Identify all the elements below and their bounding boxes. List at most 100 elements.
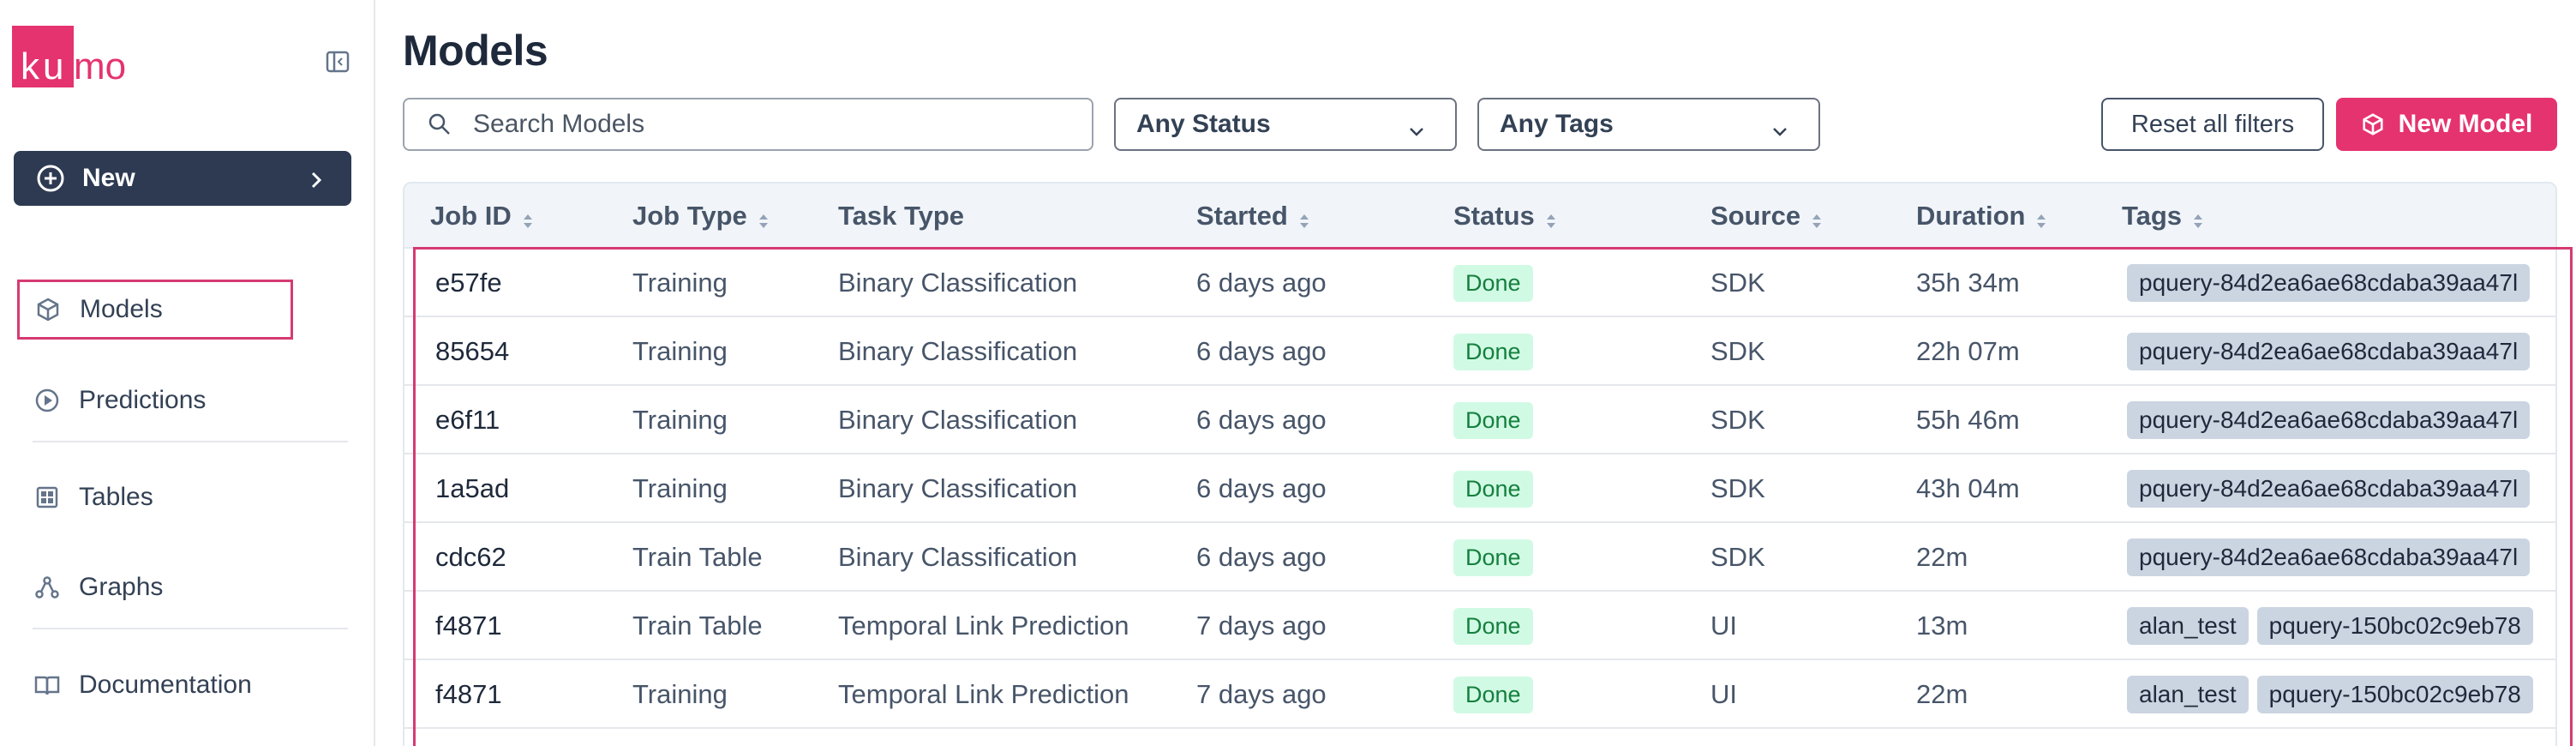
task-type-cell: Binary Classification — [838, 542, 1078, 572]
task-type-cell: Temporal Link Prediction — [838, 679, 1129, 709]
kumo-logo[interactable]: k u mo — [12, 26, 137, 87]
tag-chip: pquery-84d2ea6ae68cdaba39aa47l — [2127, 538, 2531, 576]
job-type-cell: Training — [632, 268, 728, 298]
tag-chip: pquery-150bc02c9eb78 — [2256, 607, 2533, 645]
new-button[interactable]: New — [14, 151, 351, 206]
started-cell: 6 days ago — [1196, 542, 1327, 572]
search-input[interactable] — [473, 110, 1073, 139]
column-label: Tags — [2122, 201, 2183, 231]
graph-icon — [33, 573, 62, 602]
tag-chip: pquery-84d2ea6ae68cdaba39aa47l — [2127, 333, 2531, 370]
new-button-label: New — [82, 164, 135, 192]
duration-cell: 13m — [1916, 611, 1968, 641]
sort-icon — [758, 207, 770, 228]
status-badge: Done — [1453, 401, 1533, 439]
svg-text:u: u — [43, 45, 63, 87]
job-type-cell: Train Table — [632, 542, 763, 572]
duration-cell: 22m — [1916, 542, 1968, 572]
task-type-cell: Binary Classification — [838, 268, 1078, 298]
tag-chip: alan_test — [2127, 676, 2249, 713]
column-header-tags[interactable]: Tags — [2122, 183, 2204, 249]
started-cell: 6 days ago — [1196, 268, 1327, 298]
column-label: Task Type — [838, 201, 965, 231]
page-title: Models — [403, 27, 548, 75]
table-row[interactable]: cdc62 Train Table Binary Classification … — [404, 523, 2555, 592]
reset-filters-button[interactable]: Reset all filters — [2101, 98, 2324, 151]
tag-chip: pquery-84d2ea6ae68cdaba39aa47l — [2127, 264, 2531, 302]
sidebar-item-label: Tables — [79, 483, 153, 511]
collapse-sidebar-icon[interactable] — [326, 50, 350, 74]
sidebar-item-predictions[interactable]: Predictions — [19, 370, 206, 430]
job-id-cell: 85654 — [435, 336, 510, 366]
search-field[interactable] — [403, 98, 1093, 151]
job-type-cell: Train Table — [632, 611, 763, 641]
column-header-status[interactable]: Status — [1453, 183, 1557, 249]
column-header-job-type[interactable]: Job Type — [632, 183, 770, 249]
plus-circle-icon — [36, 164, 65, 193]
started-cell: 6 days ago — [1196, 336, 1327, 366]
table-row[interactable]: 1a5ad Training Binary Classification 6 d… — [404, 454, 2555, 523]
sort-icon — [1298, 207, 1310, 228]
status-filter-value: Any Status — [1136, 110, 1271, 138]
new-model-button[interactable]: New Model — [2336, 98, 2557, 151]
task-type-cell: Temporal Link Prediction — [838, 611, 1129, 641]
sidebar-item-models[interactable]: Models — [17, 280, 293, 340]
table-row[interactable]: f4871 Training Temporal Link Prediction … — [404, 660, 2555, 729]
chevron-down-icon — [1770, 117, 1789, 136]
job-type-cell: Training — [632, 679, 728, 709]
table-row[interactable]: f4871 Train Table Temporal Link Predicti… — [404, 592, 2555, 660]
chevron-right-icon — [307, 168, 326, 189]
column-label: Duration — [1916, 201, 2026, 231]
column-label: Job ID — [430, 201, 512, 231]
column-header-started[interactable]: Started — [1196, 183, 1310, 249]
tags-filter-dropdown[interactable]: Any Tags — [1477, 98, 1820, 151]
sidebar-item-label: Graphs — [79, 573, 164, 601]
search-icon — [427, 111, 452, 137]
job-id-cell: f4871 — [435, 679, 502, 709]
table-row[interactable]: e6f11 Training Binary Classification 6 d… — [404, 386, 2555, 454]
column-header-source[interactable]: Source — [1710, 183, 1823, 249]
new-model-label: New Model — [2398, 110, 2533, 138]
svg-text:k: k — [21, 45, 40, 87]
duration-cell: 35h 34m — [1916, 268, 2020, 298]
sidebar-item-graphs[interactable]: Graphs — [19, 557, 163, 617]
cube-icon — [2361, 112, 2385, 136]
sort-icon — [2035, 207, 2047, 228]
sidebar-item-documentation[interactable]: Documentation — [19, 655, 252, 715]
status-badge: Done — [1453, 470, 1533, 508]
main-content: Models Any Status Any Tags Reset all fil… — [403, 0, 2576, 746]
table-row[interactable]: 85654 Training Binary Classification 6 d… — [404, 317, 2555, 386]
task-type-cell: Binary Classification — [838, 473, 1078, 503]
source-cell: SDK — [1710, 268, 1765, 298]
nav-divider — [33, 441, 348, 442]
status-badge: Done — [1453, 538, 1533, 576]
table-row[interactable]: e57fe Training Binary Classification 6 d… — [404, 249, 2555, 317]
source-cell: UI — [1710, 611, 1737, 641]
sort-icon — [522, 207, 534, 228]
started-cell: 7 days ago — [1196, 611, 1327, 641]
duration-cell: 22m — [1916, 679, 1968, 709]
sidebar-item-label: Documentation — [79, 671, 252, 699]
status-filter-dropdown[interactable]: Any Status — [1114, 98, 1457, 151]
started-cell: 6 days ago — [1196, 405, 1327, 435]
status-badge: Done — [1453, 333, 1533, 370]
job-id-cell: e6f11 — [435, 405, 500, 435]
table-header: Job ID Job Type Task Type Started Status… — [404, 183, 2555, 249]
job-type-cell: Training — [632, 336, 728, 366]
column-header-duration[interactable]: Duration — [1916, 183, 2047, 249]
source-cell: SDK — [1710, 542, 1765, 572]
source-cell: SDK — [1710, 336, 1765, 366]
sort-icon — [2192, 207, 2204, 228]
chevron-down-icon — [1407, 117, 1426, 136]
sort-icon — [1545, 207, 1557, 228]
column-header-job-id[interactable]: Job ID — [430, 183, 534, 249]
column-header-task-type: Task Type — [838, 183, 964, 249]
svg-text:mo: mo — [74, 45, 126, 87]
column-label: Source — [1710, 201, 1801, 231]
sidebar-item-tables[interactable]: Tables — [19, 467, 153, 527]
started-cell: 7 days ago — [1196, 679, 1327, 709]
task-type-cell: Binary Classification — [838, 405, 1078, 435]
book-icon — [33, 671, 62, 700]
job-type-cell: Training — [632, 405, 728, 435]
status-badge: Done — [1453, 607, 1533, 645]
